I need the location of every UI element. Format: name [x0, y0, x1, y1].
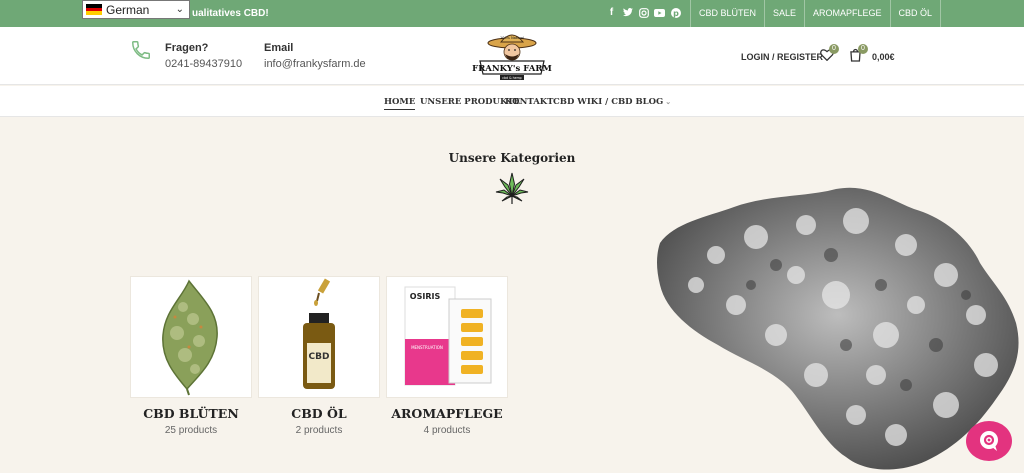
category-card-cbd-oel[interactable]: CBD	[258, 276, 380, 398]
category-count-aromapflege: 4 products	[423, 425, 471, 436]
cart-count-badge: 0	[858, 44, 868, 54]
email-address[interactable]: info@frankysfarm.de	[264, 58, 366, 70]
phone-number[interactable]: 0241-89437910	[165, 58, 242, 70]
category-card-aromapflege[interactable]: OSIRIS MENSTRUATION	[386, 276, 508, 398]
top-bar: German ⌄ ualitatives CBD! f p CBD BLÜTEN…	[0, 0, 1024, 27]
nav-item-kontakt[interactable]: KONTAKT	[505, 97, 554, 107]
twitter-icon[interactable]	[622, 6, 633, 19]
main-nav: HOME UNSERE PRODUKTE KONTAKT CBD WIKI / …	[0, 86, 1024, 117]
cart-total[interactable]: 0,00€	[872, 52, 895, 62]
top-nav: CBD BLÜTEN SALE AROMAPFLEGE CBD ÖL	[690, 0, 942, 27]
nav-item-blog[interactable]: CBD WIKI / CBD BLOG ⌄	[553, 97, 671, 107]
top-link-cbd-oel[interactable]: CBD ÖL	[889, 0, 942, 27]
chat-bubble-icon	[980, 431, 998, 451]
top-link-cbd-blueten[interactable]: CBD BLÜTEN	[690, 0, 764, 27]
wishlist-count-badge: 0	[829, 44, 839, 54]
promo-text: ualitatives CBD!	[192, 8, 269, 19]
nav-item-home[interactable]: HOME	[384, 97, 416, 110]
cannabis-leaf-icon	[495, 172, 529, 204]
cbd-bud-image	[162, 279, 218, 396]
category-title-cbd-blueten[interactable]: CBD BLÜTEN	[130, 406, 252, 421]
svg-text:cbd & hemp: cbd & hemp	[502, 76, 521, 80]
svg-text:FRANKY's FARM: FRANKY's FARM	[472, 64, 552, 74]
category-title-cbd-oel[interactable]: CBD ÖL	[258, 406, 380, 421]
language-label: German	[106, 2, 150, 17]
svg-text:100% Natural: 100% Natural	[500, 36, 524, 40]
category-title-aromapflege[interactable]: AROMAPFLEGE	[386, 406, 508, 421]
cbd-oil-bottle-image: CBD	[303, 278, 335, 389]
svg-text:CBD: CBD	[309, 352, 330, 362]
top-link-sale[interactable]: SALE	[764, 0, 804, 27]
phone-label: Fragen?	[165, 42, 209, 54]
chevron-down-icon: ⌄	[665, 97, 672, 106]
language-selector[interactable]: German ⌄	[82, 0, 190, 19]
site-logo[interactable]: FRANKY's FARM 100% Natural cbd & hemp	[470, 30, 554, 82]
site-header: Fragen? 0241-89437910 Email info@frankys…	[0, 27, 1024, 85]
login-register-link[interactable]: LOGIN / REGISTER	[741, 52, 823, 62]
chat-widget-button[interactable]	[966, 421, 1012, 461]
chevron-down-icon: ⌄	[175, 4, 184, 15]
svg-text:OSIRIS: OSIRIS	[410, 292, 441, 301]
aromapflege-box-image: OSIRIS MENSTRUATION	[404, 286, 492, 386]
pinterest-icon[interactable]: p	[670, 6, 681, 19]
phone-icon	[132, 41, 150, 59]
facebook-icon[interactable]: f	[606, 6, 617, 19]
nav-item-blog-label: CBD WIKI / CBD BLOG	[553, 97, 664, 107]
svg-text:p: p	[673, 9, 679, 18]
section-title: Unsere Kategorien	[448, 151, 576, 165]
youtube-icon[interactable]	[654, 6, 665, 19]
germany-flag-icon	[86, 4, 102, 16]
category-count-cbd-blueten: 25 products	[164, 425, 218, 436]
category-count-cbd-oel: 2 products	[295, 425, 343, 436]
svg-text:MENSTRUATION: MENSTRUATION	[411, 345, 443, 350]
top-link-aromapflege[interactable]: AROMAPFLEGE	[804, 0, 890, 27]
instagram-icon[interactable]	[638, 6, 649, 19]
email-label: Email	[264, 42, 294, 54]
social-links: f p	[606, 6, 681, 19]
category-card-cbd-blueten[interactable]	[130, 276, 252, 398]
